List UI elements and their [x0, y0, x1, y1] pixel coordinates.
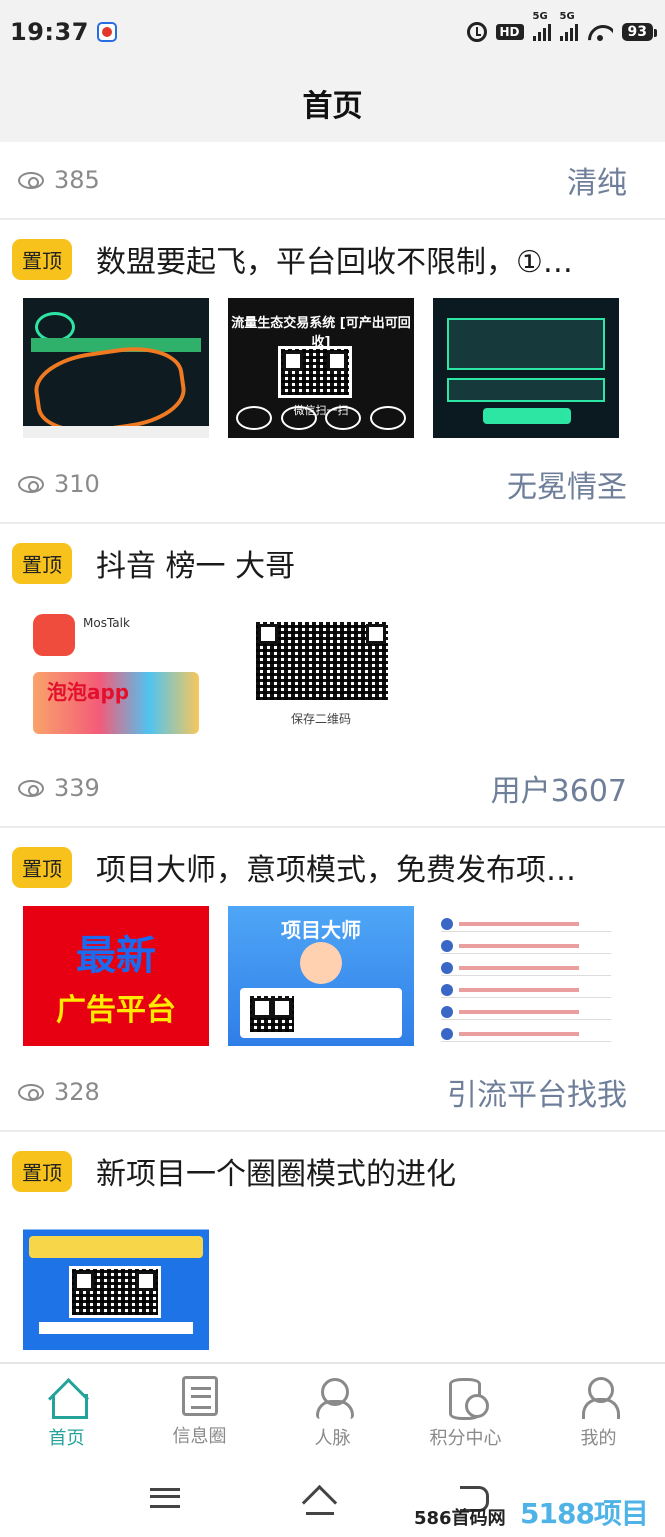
home-icon	[46, 1376, 88, 1419]
post-meta: 310 无冕情圣	[12, 446, 665, 522]
post-title[interactable]: 项目大师，意项模式，免费发布项…	[96, 845, 576, 889]
post-title[interactable]: 新项目一个圈圈模式的进化	[96, 1149, 456, 1193]
pinned-badge: 置顶	[12, 846, 72, 888]
post-images: MosTalk 泡泡app 保存二维码	[12, 602, 665, 750]
pinned-badge: 置顶	[12, 238, 72, 280]
user-icon	[578, 1376, 620, 1419]
post-image[interactable]: 保存二维码	[228, 602, 414, 742]
pinned-badge: 置顶	[12, 542, 72, 584]
page-title: 首页	[302, 89, 363, 124]
qr-code-icon	[278, 346, 352, 398]
home-nav-icon[interactable]	[300, 1478, 340, 1518]
post-meta: 328 引流平台找我	[12, 1054, 665, 1130]
view-count-value: 385	[54, 166, 100, 194]
wifi-icon	[587, 23, 613, 41]
post-title[interactable]: 抖音 榜一 大哥	[96, 541, 295, 585]
tab-info-circle[interactable]: 信息圈	[133, 1364, 266, 1460]
image-caption: 广告平台	[56, 993, 176, 1028]
post-image[interactable]	[23, 1210, 209, 1350]
post-title[interactable]: 数盟要起飞，平台回收不限制，①…	[96, 237, 573, 281]
post-image[interactable]: MosTalk 泡泡app	[23, 602, 209, 742]
tab-label: 积分中心	[429, 1428, 502, 1449]
view-count: 339	[12, 774, 100, 802]
hd-badge: HD	[495, 24, 524, 40]
post-image[interactable]	[23, 298, 209, 438]
signal-label-2: 5G	[559, 11, 575, 22]
app-logo-icon	[33, 614, 75, 656]
post-card-partial[interactable]: 385 清纯	[0, 142, 665, 220]
eye-icon	[18, 475, 44, 493]
qr-code-icon	[69, 1266, 161, 1318]
list-icon	[181, 1376, 218, 1416]
signal-icon-2: 5G	[559, 11, 578, 41]
image-caption: 最新	[76, 933, 156, 979]
tab-label: 信息圈	[172, 1426, 227, 1447]
post-title-row[interactable]: 置顶 项目大师，意项模式，免费发布项…	[12, 828, 665, 906]
post-meta: 385 清纯	[12, 142, 665, 218]
signal-label: 5G	[532, 11, 548, 22]
watermark-logo: 5188项目网	[520, 1497, 649, 1530]
post-title-row[interactable]: 置顶 数盟要起飞，平台回收不限制，①…	[12, 220, 665, 298]
image-caption: MosTalk	[83, 616, 130, 630]
watermark-text: 586首码网	[414, 1508, 506, 1529]
people-icon	[312, 1376, 354, 1419]
post-author[interactable]: 清纯	[567, 158, 627, 202]
tab-profile[interactable]: 我的	[532, 1364, 665, 1460]
post-meta: 339 用户3607	[12, 750, 665, 826]
app-header: 首页	[0, 64, 665, 142]
alarm-icon	[466, 22, 487, 42]
tab-label: 首页	[48, 1428, 85, 1449]
battery-icon: 93	[621, 23, 658, 41]
image-caption: 流量生态交易系统 [可产出可回收]	[231, 316, 411, 350]
post-feed[interactable]: 385 清纯 置顶 数盟要起飞，平台回收不限制，①… 流量生态交易系统 [可产出…	[0, 142, 665, 1358]
post-images: 流量生态交易系统 [可产出可回收] 微信扫一扫	[12, 298, 665, 446]
tab-label: 人脉	[314, 1428, 351, 1449]
post-image[interactable]	[433, 906, 619, 1046]
status-indicators: HD 5G 5G 93	[466, 11, 658, 42]
post-image[interactable]	[433, 298, 619, 438]
post-images: 最新 广告平台 项目大师	[12, 906, 665, 1054]
post-image[interactable]: 最新 广告平台	[23, 906, 209, 1046]
post-images	[12, 1210, 665, 1358]
view-count-value: 339	[54, 774, 100, 802]
pinned-badge: 置顶	[12, 1150, 72, 1192]
eye-icon	[18, 779, 44, 797]
tab-home[interactable]: 首页	[0, 1364, 133, 1460]
post-image[interactable]: 项目大师	[228, 906, 414, 1046]
tab-contacts[interactable]: 人脉	[266, 1364, 399, 1460]
status-time: 19:37	[10, 18, 89, 46]
post-author[interactable]: 引流平台找我	[447, 1070, 627, 1114]
tab-label: 我的	[580, 1428, 617, 1449]
app-notification-icon	[96, 22, 117, 42]
view-count-value: 310	[54, 470, 100, 498]
post-card[interactable]: 置顶 新项目一个圈圈模式的进化	[0, 1132, 665, 1358]
view-count: 310	[12, 470, 100, 498]
coin-icon	[445, 1376, 489, 1420]
eye-icon	[18, 1083, 44, 1101]
post-card[interactable]: 置顶 抖音 榜一 大哥 MosTalk 泡泡app 保存二维码 339 用户36…	[0, 524, 665, 828]
qr-code-icon	[256, 622, 388, 700]
view-count: 385	[12, 166, 100, 194]
post-card[interactable]: 置顶 项目大师，意项模式，免费发布项… 最新 广告平台 项目大师 328 引流平…	[0, 828, 665, 1132]
view-count-value: 328	[54, 1078, 100, 1106]
signal-icon: 5G	[532, 11, 551, 41]
post-title-row[interactable]: 置顶 新项目一个圈圈模式的进化	[12, 1132, 665, 1210]
image-caption: 保存二维码	[290, 712, 351, 726]
post-author[interactable]: 用户3607	[491, 766, 627, 810]
status-bar: 19:37 HD 5G 5G 93	[0, 0, 665, 64]
post-image[interactable]: 流量生态交易系统 [可产出可回收] 微信扫一扫	[228, 298, 414, 438]
post-author[interactable]: 无冕情圣	[507, 462, 627, 506]
tab-points-center[interactable]: 积分中心	[399, 1364, 532, 1460]
eye-icon	[18, 171, 44, 189]
menu-icon[interactable]	[146, 1478, 186, 1518]
bottom-tab-bar: 首页 信息圈 人脉 积分中心 我的	[0, 1362, 665, 1460]
qr-code-icon	[250, 996, 294, 1032]
image-caption: 泡泡app	[47, 680, 130, 704]
post-card[interactable]: 置顶 数盟要起飞，平台回收不限制，①… 流量生态交易系统 [可产出可回收] 微信…	[0, 220, 665, 524]
view-count: 328	[12, 1078, 100, 1106]
image-caption: 项目大师	[281, 918, 361, 942]
post-title-row[interactable]: 置顶 抖音 榜一 大哥	[12, 524, 665, 602]
